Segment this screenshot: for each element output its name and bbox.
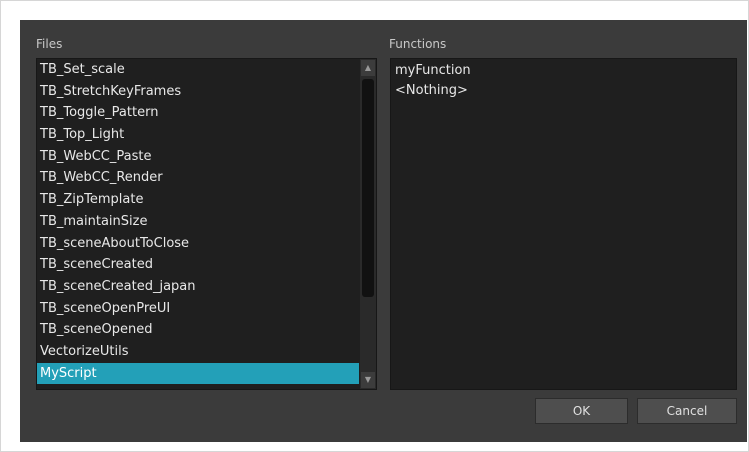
file-item[interactable]: TB_Top_Light bbox=[37, 124, 359, 146]
file-item[interactable]: TB_Toggle_Pattern bbox=[37, 102, 359, 124]
file-item[interactable]: TB_WebCC_Paste bbox=[37, 146, 359, 168]
ok-button[interactable]: OK bbox=[535, 398, 628, 424]
screenshot-frame: Files Functions TB_Set_scale TB_StretchK… bbox=[0, 0, 749, 452]
files-label: Files bbox=[36, 37, 63, 51]
files-list-panel[interactable]: TB_Set_scale TB_StretchKeyFrames TB_Togg… bbox=[36, 58, 377, 390]
file-item[interactable]: TB_maintainSize bbox=[37, 211, 359, 233]
file-item[interactable]: TB_Set_scale bbox=[37, 59, 359, 81]
script-function-dialog: Files Functions TB_Set_scale TB_StretchK… bbox=[20, 20, 747, 442]
file-item[interactable]: TB_sceneOpenPreUI bbox=[37, 298, 359, 320]
files-list[interactable]: TB_Set_scale TB_StretchKeyFrames TB_Togg… bbox=[37, 59, 359, 389]
files-scrollbar[interactable]: ▲ ▼ bbox=[360, 59, 376, 389]
cancel-button[interactable]: Cancel bbox=[637, 398, 737, 424]
scrollbar-thumb[interactable] bbox=[362, 79, 374, 297]
file-item[interactable]: TB_sceneOpened bbox=[37, 319, 359, 341]
scroll-up-arrow-icon[interactable]: ▲ bbox=[361, 60, 375, 76]
file-item[interactable]: TB_sceneCreated_japan bbox=[37, 276, 359, 298]
functions-list[interactable]: myFunction <Nothing> bbox=[391, 59, 736, 101]
file-item[interactable]: TB_sceneAboutToClose bbox=[37, 233, 359, 255]
file-item-selected[interactable]: MyScript bbox=[37, 362, 359, 385]
file-item[interactable]: TB_sceneCreated bbox=[37, 254, 359, 276]
functions-label: Functions bbox=[389, 37, 447, 51]
function-item[interactable]: myFunction bbox=[391, 61, 736, 81]
function-item[interactable]: <Nothing> bbox=[391, 81, 736, 101]
file-item[interactable]: VectorizeUtils bbox=[37, 341, 359, 363]
scroll-down-arrow-icon[interactable]: ▼ bbox=[361, 372, 375, 388]
file-item[interactable]: TB_WebCC_Render bbox=[37, 167, 359, 189]
file-item[interactable]: TB_ZipTemplate bbox=[37, 189, 359, 211]
functions-list-panel[interactable]: myFunction <Nothing> bbox=[390, 58, 737, 390]
file-item[interactable]: TB_StretchKeyFrames bbox=[37, 81, 359, 103]
